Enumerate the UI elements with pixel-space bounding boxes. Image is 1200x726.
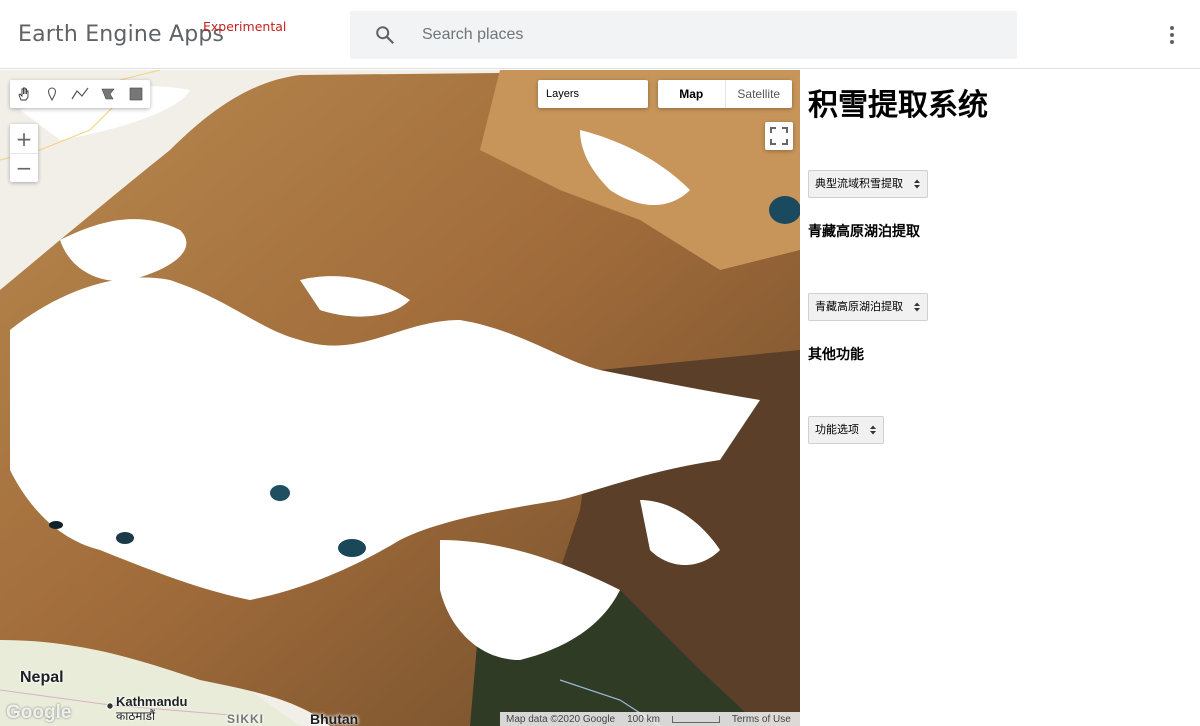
polygon-tool-button[interactable] — [94, 80, 122, 108]
line-icon — [71, 87, 89, 100]
map-type-control: Map Satellite — [658, 80, 792, 108]
zoom-control: + − — [10, 124, 38, 182]
satellite-snow-layer — [0, 70, 800, 726]
experimental-tag: Experimental — [203, 19, 287, 34]
lake-extraction-heading: 青藏高原湖泊提取 — [808, 224, 920, 240]
map-type-satellite-button[interactable]: Satellite — [724, 80, 793, 108]
place-label-bhutan: Bhutan — [310, 711, 359, 726]
select-arrows-icon — [914, 179, 920, 189]
control-panel: 积雪提取系统 典型流域积雪提取 青藏高原湖泊提取 青藏高原湖泊提取 其他功能 功… — [800, 70, 1200, 726]
map-type-map-button[interactable]: Map — [658, 80, 725, 108]
hand-icon — [18, 87, 29, 101]
marker-tool-button[interactable] — [38, 80, 66, 108]
rectangle-tool-button[interactable] — [122, 80, 150, 108]
select-arrows-icon — [914, 302, 920, 312]
drawing-tools — [10, 80, 150, 108]
other-functions-heading: 其他功能 — [808, 347, 864, 363]
app-header: Earth Engine Apps Experimental — [0, 0, 1200, 69]
terms-link[interactable]: Terms of Use — [732, 714, 791, 725]
place-label-sikkim: SIKKI — [227, 712, 265, 726]
map-view[interactable]: + − Layers Map Satellite Nepal Kathmandu… — [0, 70, 800, 726]
lake-extraction-select[interactable]: 青藏高原湖泊提取 — [808, 293, 928, 321]
more-vert-icon[interactable] — [1163, 24, 1181, 46]
function-options-select-value: 功能选项 — [815, 423, 859, 436]
panel-title: 积雪提取系统 — [808, 88, 988, 123]
line-tool-button[interactable] — [66, 80, 94, 108]
function-options-select[interactable]: 功能选项 — [808, 416, 884, 444]
select-arrows-icon — [870, 425, 876, 435]
search-box[interactable] — [350, 11, 1017, 59]
search-input[interactable] — [422, 11, 1002, 59]
scale-bar — [671, 715, 720, 723]
app-title[interactable]: Earth Engine Apps — [18, 22, 224, 47]
google-logo[interactable]: Google — [6, 702, 71, 724]
polygon-icon — [101, 88, 115, 100]
fullscreen-icon — [770, 127, 788, 145]
snow-extraction-select[interactable]: 典型流域积雪提取 — [808, 170, 928, 198]
search-icon[interactable] — [374, 24, 396, 46]
place-label-kathmandu-local: काठमाडौं — [116, 709, 156, 723]
fullscreen-button[interactable] — [765, 122, 793, 150]
map-data-attribution[interactable]: Map data ©2020 Google — [506, 714, 615, 725]
layers-button[interactable]: Layers — [538, 80, 648, 108]
snow-extraction-select-value: 典型流域积雪提取 — [815, 177, 903, 190]
place-label-nepal: Nepal — [20, 669, 64, 686]
marker-icon — [47, 87, 57, 102]
map-attribution-bar: Map data ©2020 Google 100 km Terms of Us… — [500, 712, 800, 726]
zoom-in-button[interactable]: + — [10, 124, 38, 153]
rectangle-icon — [129, 87, 143, 101]
lake-extraction-select-value: 青藏高原湖泊提取 — [815, 300, 903, 313]
scale-label: 100 km — [627, 713, 660, 725]
zoom-out-button[interactable]: − — [10, 153, 38, 182]
pan-tool-button[interactable] — [10, 80, 38, 108]
